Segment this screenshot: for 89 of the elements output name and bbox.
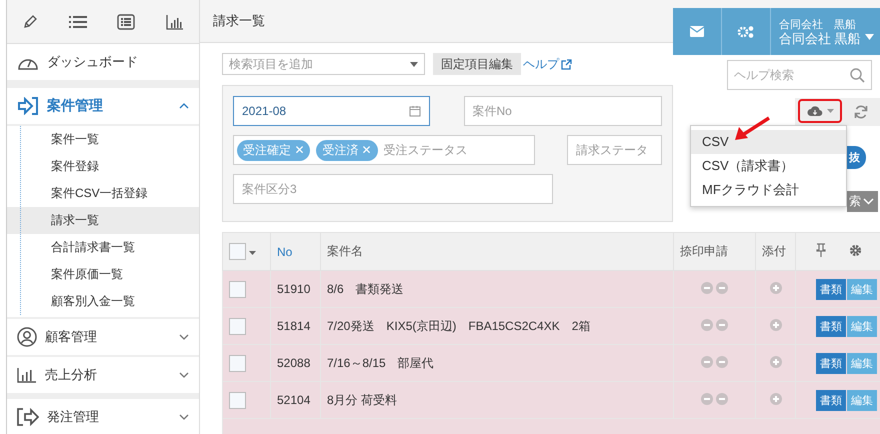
exit-icon — [17, 408, 39, 426]
minus-circle-icon[interactable] — [700, 392, 713, 404]
edit-button[interactable]: 編集 — [847, 316, 877, 336]
row-checkbox[interactable] — [229, 392, 246, 408]
nav-subitem[interactable]: 案件CSV一括登録 — [7, 180, 199, 207]
minus-circle-icon[interactable] — [700, 282, 713, 294]
plus-circle-icon[interactable] — [770, 282, 782, 294]
list-card-icon[interactable] — [117, 14, 136, 30]
nav-subitem[interactable]: 案件登録 — [7, 153, 199, 180]
menu-item[interactable]: CSV（請求書） — [691, 154, 846, 178]
nav-subitem[interactable]: 請求一覧 — [7, 207, 199, 234]
edit-button[interactable]: 編集 — [847, 278, 877, 300]
status-tag: 受注確定 ✕ — [237, 140, 310, 160]
date-field[interactable]: 2021-08 — [233, 96, 430, 126]
minus-circle-icon[interactable] — [716, 282, 728, 294]
search-item-select[interactable]: 検索項目を追加 — [222, 53, 425, 75]
documents-button[interactable]: 書類 — [816, 316, 846, 336]
documents-button[interactable]: 書類 — [816, 352, 846, 374]
user-name[interactable]: 合同会社 黒船 — [779, 32, 861, 46]
table-cell: 8月分 荷受料 — [320, 382, 674, 418]
row-checkbox[interactable] — [229, 354, 246, 372]
chevron-icon[interactable] — [179, 414, 189, 420]
external-link-icon[interactable] — [561, 58, 572, 70]
table-cell: 51814 — [270, 308, 320, 344]
case-no-field[interactable]: 案件No — [464, 96, 662, 126]
help-link[interactable]: ヘルプ — [523, 56, 559, 72]
list-icon[interactable] — [68, 14, 87, 28]
case-type-field[interactable]: 案件区分3 — [233, 174, 553, 204]
nav-subitem[interactable]: 合計請求書一覧 — [7, 234, 199, 261]
order-status-field[interactable]: 受注ステータス — [384, 142, 468, 158]
minus-circle-icon[interactable] — [700, 318, 713, 330]
arrow-annotation — [733, 116, 771, 142]
page-title: 請求一覧 — [213, 12, 265, 30]
plus-circle-icon[interactable] — [770, 392, 782, 404]
chevron-icon[interactable] — [179, 103, 189, 109]
menu-item[interactable]: MFクラウド会計 — [691, 178, 846, 202]
status-tag: 受注済 ✕ — [316, 140, 378, 160]
chevron-icon — [863, 198, 874, 205]
column-header: 捺印申請 — [674, 232, 756, 270]
person-icon — [17, 327, 37, 347]
calendar-icon — [408, 105, 421, 117]
mail-icon[interactable] — [690, 26, 704, 37]
edit-button[interactable]: 編集 — [847, 352, 877, 374]
plus-circle-icon[interactable] — [770, 318, 782, 330]
minus-circle-icon[interactable] — [716, 392, 728, 404]
select-all-checkbox[interactable] — [229, 243, 246, 260]
nav-subitem[interactable]: 顧客別入金一覧 — [7, 288, 199, 315]
plus-circle-icon[interactable] — [770, 356, 782, 368]
pin-icon[interactable] — [814, 243, 826, 257]
billing-status-field[interactable]: 請求ステータ — [566, 135, 662, 165]
nav-subitem[interactable]: 案件原価一覧 — [7, 261, 199, 288]
table-cell: 52088 — [270, 344, 320, 382]
minus-circle-icon[interactable] — [716, 356, 728, 368]
row-checkbox[interactable] — [229, 318, 246, 334]
caret-icon[interactable] — [249, 250, 256, 255]
table-cell: 8/6 書類発送 — [320, 270, 674, 308]
fixed-items-button[interactable]: 固定項目編集 — [433, 53, 521, 75]
table-cell: 7/20発送 KIX5(京田辺) FBA15CS2C4XK 2箱 — [320, 308, 674, 344]
table-cell: 51910 — [270, 270, 320, 308]
documents-button[interactable]: 書類 — [816, 390, 846, 410]
chevron-icon[interactable] — [179, 372, 189, 378]
minus-circle-icon[interactable] — [700, 356, 713, 368]
chevron-icon[interactable] — [179, 334, 189, 340]
search-icon — [850, 68, 865, 82]
enter-icon — [17, 97, 39, 115]
download-button[interactable] — [798, 99, 842, 123]
covered-button[interactable]: 抜 — [847, 146, 866, 169]
documents-button[interactable]: 書類 — [816, 278, 846, 300]
table-cell: 52104 — [270, 382, 320, 418]
caret-icon — [826, 109, 834, 113]
menu-item[interactable]: CSV — [691, 130, 846, 154]
company-name[interactable]: 合同会社 黒船 — [779, 18, 861, 32]
nav-subitem[interactable]: 案件一覧 — [7, 126, 199, 153]
cloud-download-icon — [806, 105, 822, 117]
caret-icon — [410, 62, 418, 66]
covered-button[interactable]: 索 — [847, 191, 878, 212]
bar-chart-icon[interactable] — [166, 14, 184, 30]
minus-circle-icon[interactable] — [716, 318, 728, 330]
pencil-icon[interactable] — [22, 14, 38, 30]
bar-chart-icon — [17, 367, 37, 383]
column-header: 添付 — [756, 232, 796, 270]
row-checkbox[interactable] — [229, 280, 246, 298]
refresh-icon[interactable] — [854, 105, 868, 119]
column-header[interactable]: No — [270, 232, 320, 270]
help-search-field[interactable]: ヘルプ検索 — [727, 60, 872, 90]
table-cell: 7/16～8/15 部屋代 — [320, 344, 674, 382]
column-header: 案件名 — [320, 232, 674, 270]
caret-icon[interactable] — [864, 34, 874, 40]
edit-button[interactable]: 編集 — [847, 390, 877, 410]
